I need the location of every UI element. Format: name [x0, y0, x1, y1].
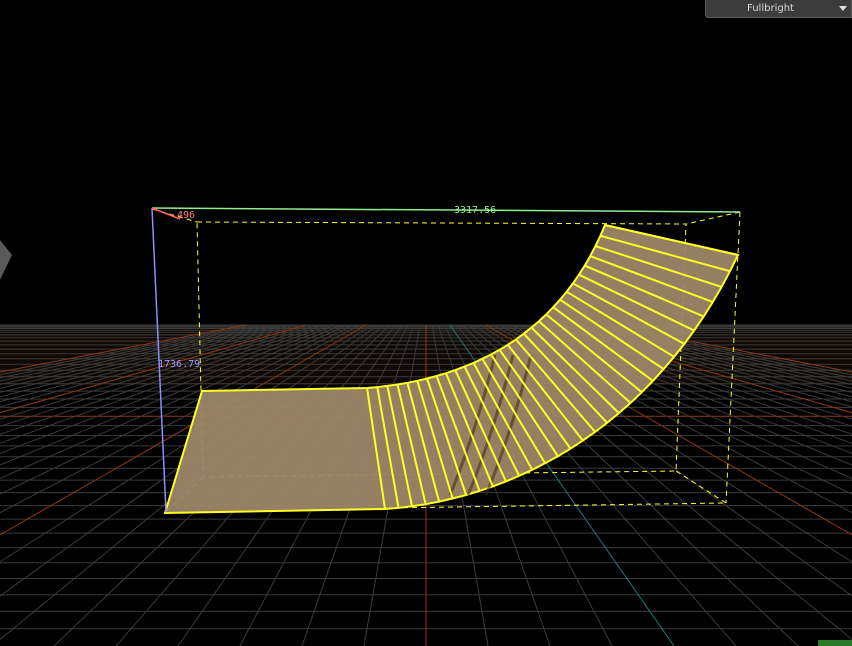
axis-gizmo-fragment: [818, 640, 852, 646]
bbox-edge: [685, 211, 741, 225]
dimension-y-label: 496: [177, 210, 195, 221]
render-mode-dropdown[interactable]: Fullbright: [705, 0, 852, 18]
bbox-edge: [675, 470, 727, 504]
viewport-scene[interactable]: 3317.56 496 1736.79: [0, 0, 852, 646]
dimension-z-label: 1736.79: [158, 359, 200, 370]
render-mode-label: Fullbright: [747, 3, 794, 14]
3d-viewport[interactable]: 3317.56 496 1736.79 Fullbright: [0, 0, 852, 646]
dimension-x-line: [151, 207, 741, 213]
dimension-x-label: 3317.56: [454, 205, 496, 216]
offscreen-object: [0, 240, 12, 280]
chevron-down-icon: [839, 6, 847, 11]
dimension-y-line: [151, 207, 181, 220]
